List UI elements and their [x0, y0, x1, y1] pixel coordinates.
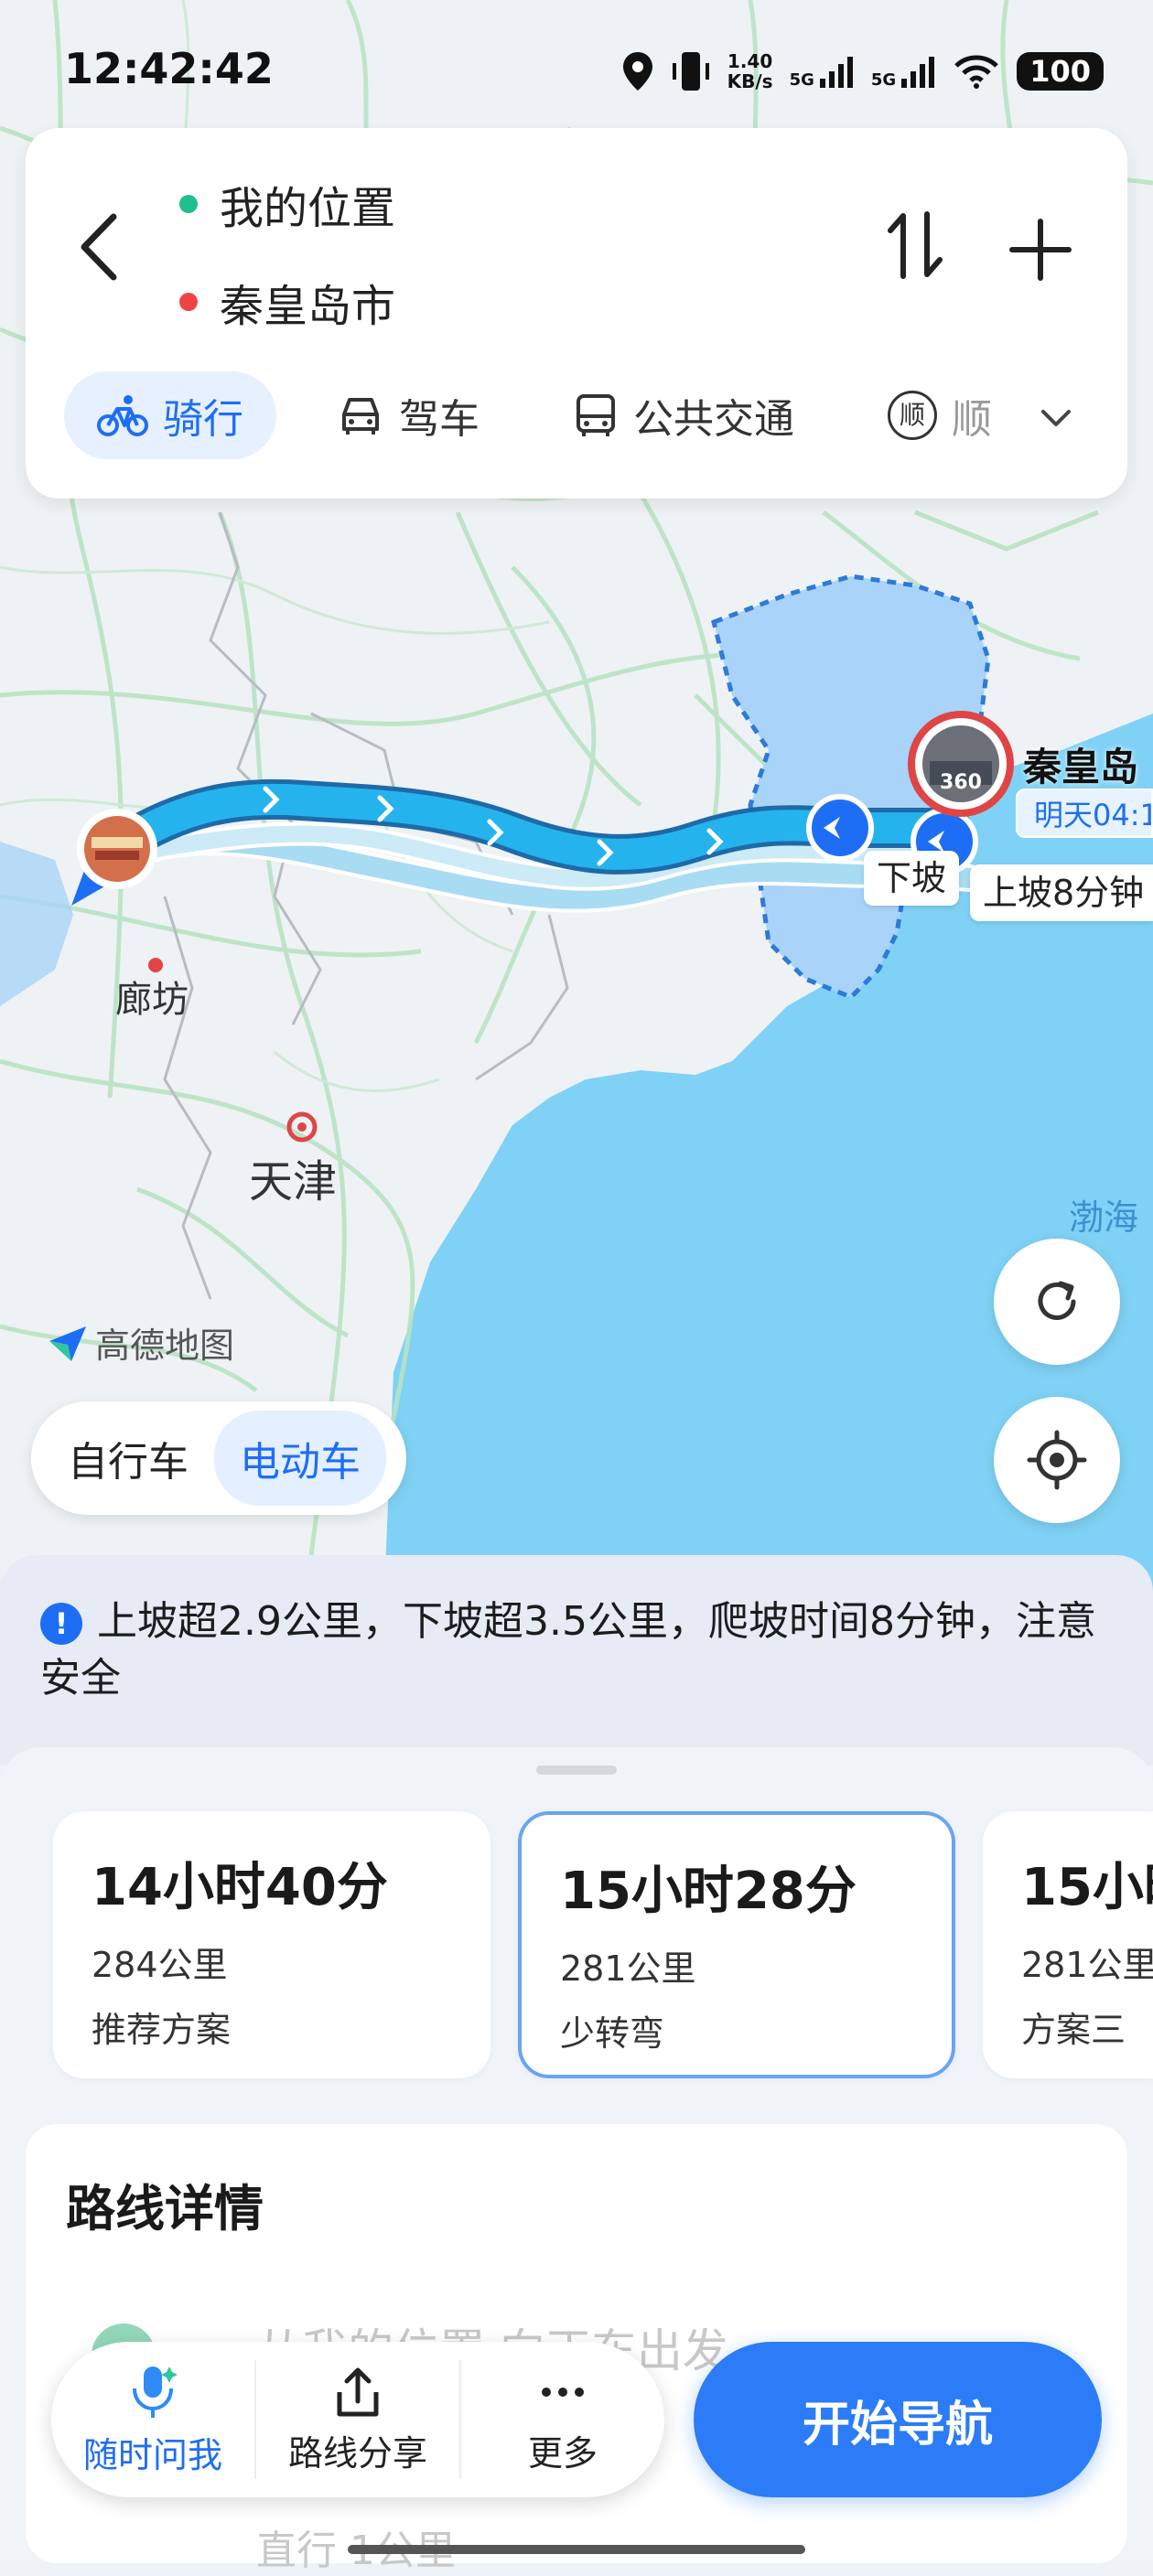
locate-icon — [1027, 1430, 1087, 1490]
back-arrow-icon — [81, 213, 117, 281]
tab-cycling[interactable]: 骑行 — [64, 371, 276, 459]
route-distance: 284公里 — [92, 1945, 228, 1985]
add-waypoint-button[interactable] — [1008, 218, 1072, 282]
origin-dot — [179, 195, 198, 213]
vehicle-type-toggle: 自行车 电动车 — [31, 1401, 406, 1515]
shun-icon: 顺 — [888, 391, 937, 440]
tab-transit[interactable]: 公共交通 — [540, 371, 827, 459]
ebike-option[interactable]: 电动车 — [214, 1411, 386, 1506]
destination-row[interactable]: 秦皇岛市 — [179, 270, 395, 334]
more-label: 更多 — [527, 2432, 598, 2474]
uphill-label: 上坡8分钟 — [970, 864, 1153, 921]
route-distance: 281公里 — [560, 1948, 696, 1989]
start-navigation-button[interactable]: 开始导航 — [694, 2342, 1102, 2497]
downhill-label: 下坡 — [864, 851, 960, 906]
plus-icon — [1009, 219, 1072, 281]
route-tag: 方案三 — [1021, 2010, 1126, 2050]
bus-icon — [576, 394, 615, 436]
more-button[interactable]: 更多 — [459, 2360, 664, 2479]
route-duration: 14小时40分 — [92, 1858, 388, 1917]
sim1-label: 5G — [789, 70, 814, 90]
share-route-button[interactable]: 路线分享 — [254, 2360, 459, 2479]
home-indicator[interactable] — [348, 2545, 805, 2554]
tab-driving-label: 驾车 — [399, 396, 480, 443]
route-tag: 少转弯 — [560, 2013, 665, 2054]
tab-driving[interactable]: 驾车 — [304, 371, 512, 459]
more-dots-icon — [542, 2387, 584, 2397]
car-icon — [342, 398, 379, 435]
destination-label: 秦皇岛 — [1023, 745, 1139, 789]
chevron-down-icon — [1041, 410, 1071, 426]
sea-label: 渤海 — [1069, 1197, 1139, 1238]
svg-text:360: 360 — [940, 771, 982, 794]
amap-logo-icon — [49, 1326, 86, 1361]
destination-text: 秦皇岛市 — [220, 281, 396, 332]
vibrate-icon — [672, 52, 709, 91]
swap-icon — [888, 211, 943, 279]
route-tag: 推荐方案 — [92, 2010, 232, 2050]
route-distance: 281公里 — [1021, 1945, 1153, 1985]
ask-assistant-label: 随时问我 — [82, 2434, 222, 2475]
city-label-langfang: 廊坊 — [115, 979, 189, 1021]
amap-logo: 高德地图 — [48, 1317, 234, 1368]
location-icon — [622, 52, 652, 91]
sheet-drag-handle[interactable] — [536, 1766, 617, 1775]
arrival-time-label: 明天04:1 — [1016, 789, 1153, 838]
status-icons: 1.40 KB/s 5G 5G 100 — [621, 44, 1104, 99]
refresh-icon — [1038, 1281, 1076, 1320]
network-speed-unit: KB/s — [727, 70, 773, 92]
back-button[interactable] — [71, 206, 126, 288]
origin-text: 我的位置 — [220, 183, 396, 234]
route-duration: 15小时28分 — [560, 1862, 857, 1921]
share-icon — [337, 2367, 379, 2416]
locate-button[interactable] — [994, 1397, 1120, 1523]
city-label-tianjin: 天津 — [249, 1156, 338, 1208]
route-duration: 15小时 — [1021, 1858, 1153, 1917]
bike-icon — [97, 395, 148, 436]
status-time: 12:42:42 — [64, 44, 274, 93]
refresh-button[interactable] — [994, 1239, 1120, 1365]
route-detail-title: 路线详情 — [66, 2180, 264, 2238]
more-modes-chevron[interactable] — [1038, 399, 1074, 439]
battery-indicator: 100 — [1017, 52, 1104, 91]
route-option-card-selected[interactable]: 15小时28分 281公里 少转弯 — [518, 1811, 955, 2078]
signal-bars-icon — [901, 57, 935, 88]
sim2-label: 5G — [870, 70, 897, 90]
amap-logo-text: 高德地图 — [95, 1326, 235, 1366]
signal-bars-icon — [819, 57, 853, 88]
info-icon: ! — [40, 1603, 82, 1645]
network-speed: 1.40 KB/s — [727, 51, 773, 91]
bottom-action-bar: 随时问我 路线分享 更多 — [51, 2342, 664, 2497]
route-option-card[interactable]: 14小时40分 284公里 推荐方案 — [53, 1811, 490, 2078]
slope-alert-text: 上坡超2.9公里，下坡超3.5公里，爬坡时间8分钟，注意安全 — [40, 1598, 1096, 1701]
share-route-label: 路线分享 — [287, 2432, 427, 2474]
route-option-card[interactable]: 15小时 281公里 方案三 — [983, 1811, 1153, 2078]
destination-dot — [179, 293, 198, 311]
sim2-signal: 5G — [871, 53, 936, 90]
sim1-signal: 5G — [790, 53, 855, 90]
swap-button[interactable] — [883, 209, 947, 282]
tab-cycling-label: 骑行 — [163, 396, 243, 443]
microphone-icon — [133, 2366, 178, 2418]
wifi-icon — [954, 55, 998, 89]
ask-assistant-button[interactable]: 随时问我 — [51, 2360, 254, 2479]
origin-row[interactable]: 我的位置 — [179, 172, 395, 236]
tab-transit-label: 公共交通 — [633, 396, 794, 443]
slope-alert: ! 上坡超2.9公里，下坡超3.5公里，爬坡时间8分钟，注意安全 — [40, 1594, 1120, 1707]
network-speed-value: 1.40 — [727, 50, 773, 72]
tab-shunfeng-label: 顺 — [952, 396, 992, 443]
bicycle-option[interactable]: 自行车 — [42, 1411, 214, 1506]
tab-shunfeng[interactable]: 顺 顺 — [855, 371, 992, 459]
travel-mode-tabs: 骑行 驾车 公共交通 顺 顺 — [64, 371, 992, 459]
